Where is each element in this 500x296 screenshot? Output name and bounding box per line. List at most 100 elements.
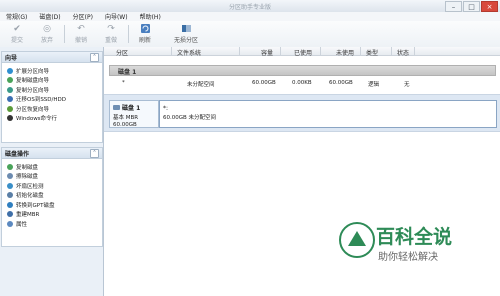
table-header: 分区 文件系统 容量 已使用 未使用 类型 状态 [104, 47, 500, 57]
wizard-migrate-os[interactable]: 迁移OS到SSD/HDD [2, 95, 102, 105]
redo-button[interactable]: ↷ 重做 [96, 23, 126, 45]
wizard-panel: 向导 ⌃ 扩展分区向导 复制磁盘向导 复制分区向导 迁移OS到SSD/HDD 分… [1, 51, 103, 143]
op-item-label: 属性 [16, 221, 28, 228]
left-sidebar: 向导 ⌃ 扩展分区向导 复制磁盘向导 复制分区向导 迁移OS到SSD/HDD 分… [0, 47, 104, 296]
col-used[interactable]: 已使用 [294, 48, 312, 57]
wizard-extend-partition[interactable]: 扩展分区向导 [2, 66, 102, 76]
refresh-icon [140, 23, 151, 34]
refresh-button[interactable]: 刷新 [130, 23, 160, 45]
convert-gpt-icon [7, 201, 13, 208]
undo-label: 撤销 [74, 37, 87, 44]
disk-name: 磁盘 1 [122, 105, 141, 112]
main-area: 分区 文件系统 容量 已使用 未使用 类型 状态 磁盘 1 * 未分配空间 60… [104, 47, 500, 296]
menu-disk[interactable]: 磁盘(D) [33, 12, 66, 21]
unallocated-partition-block[interactable]: *: 60.00GB 未分配空间 [159, 100, 497, 128]
col-filesystem[interactable]: 文件系统 [177, 48, 201, 57]
command-line-icon [7, 115, 13, 122]
toolbar: ✔ 提交 ◎ 放弃 ↶ 撤销 ↷ 重做 刷新 无损分区 [0, 21, 500, 48]
wizard-item-label: 迁移OS到SSD/HDD [16, 97, 66, 104]
apply-label: 提交 [10, 37, 23, 44]
col-partition[interactable]: 分区 [116, 48, 128, 57]
menu-help[interactable]: 帮助(H) [134, 12, 167, 21]
maximize-button[interactable]: □ [463, 1, 480, 12]
lossless-partition-icon [181, 23, 192, 34]
collapse-icon[interactable]: ⌃ [90, 148, 99, 158]
copy-partition-icon [7, 86, 13, 93]
discard-label: 放弃 [40, 37, 53, 44]
copy-disk-icon [7, 77, 13, 84]
op-wipe-disk[interactable]: 擦除磁盘 [2, 172, 102, 182]
disk-type: 基本 MBR [113, 115, 139, 121]
window-title: 分区助手专业版 [228, 4, 271, 11]
col-type[interactable]: 类型 [366, 48, 378, 57]
op-item-label: 擦除磁盘 [16, 174, 39, 181]
lossless-partition-button[interactable]: 无损分区 [166, 23, 206, 45]
disk-group-header: 磁盘 1 [109, 65, 496, 76]
collapse-icon[interactable]: ⌃ [90, 52, 99, 62]
migrate-os-icon [7, 96, 13, 103]
cell-partition: * [122, 80, 125, 86]
op-item-label: 重建MBR [16, 212, 40, 219]
cell-unused: 60.00GB [329, 80, 353, 86]
properties-icon [7, 220, 13, 227]
wizard-copy-disk[interactable]: 复制磁盘向导 [2, 76, 102, 86]
op-initialize-disk[interactable]: 初始化磁盘 [2, 191, 102, 201]
menu-general[interactable]: 常规(G) [0, 12, 33, 21]
wizard-item-label: 复制磁盘向导 [16, 78, 50, 85]
discard-button[interactable]: ◎ 放弃 [32, 23, 62, 45]
initialize-disk-icon [7, 192, 13, 199]
minimize-button[interactable]: – [445, 1, 462, 12]
column-divider [280, 47, 281, 55]
wizard-windows-cmd[interactable]: Windows命令行 [2, 114, 102, 124]
wizard-item-label: 扩展分区向导 [16, 68, 50, 75]
op-rebuild-mbr[interactable]: 重建MBR [2, 210, 102, 220]
wizard-copy-partition[interactable]: 复制分区向导 [2, 85, 102, 95]
column-divider [171, 47, 172, 55]
cell-type: 逻辑 [368, 82, 380, 88]
col-unused[interactable]: 未使用 [336, 48, 354, 57]
partition-letter: *: [163, 105, 169, 112]
op-copy-disk[interactable]: 复制磁盘 [2, 162, 102, 172]
undo-button[interactable]: ↶ 撤销 [66, 23, 96, 45]
wizard-partition-recovery[interactable]: 分区恢复向导 [2, 104, 102, 114]
menu-wizard[interactable]: 向导(W) [99, 12, 134, 21]
undo-icon: ↶ [77, 23, 85, 34]
cell-capacity: 60.00GB [252, 80, 276, 86]
wizard-panel-title: 向导 [5, 54, 18, 62]
close-button[interactable]: × [481, 1, 498, 12]
op-item-label: 复制磁盘 [16, 164, 39, 171]
wizard-item-label: 复制分区向导 [16, 87, 50, 94]
op-properties[interactable]: 属性 [2, 219, 102, 229]
redo-icon: ↷ [107, 23, 115, 34]
toolbar-divider [128, 25, 129, 43]
wipe-disk-icon [7, 173, 13, 180]
disk-size: 60.00GB [113, 122, 137, 128]
redo-label: 重做 [104, 37, 117, 44]
disk-group-label: 磁盘 1 [118, 69, 137, 76]
menu-partition[interactable]: 分区(P) [67, 12, 99, 21]
extend-partition-icon [7, 67, 13, 74]
disk-ops-panel-header[interactable]: 磁盘操作 ⌃ [2, 148, 102, 159]
cell-status: 无 [404, 82, 410, 88]
partition-description: 60.00GB 未分配空间 [163, 115, 217, 121]
apply-button[interactable]: ✔ 提交 [2, 23, 32, 45]
lossless-partition-label: 无损分区 [173, 37, 198, 44]
cell-used: 0.00KB [292, 80, 312, 86]
op-item-label: 初始化磁盘 [16, 193, 44, 200]
toolbar-divider [64, 25, 65, 43]
op-convert-gpt[interactable]: 转换到GPT磁盘 [2, 200, 102, 210]
disk-operations-panel: 磁盘操作 ⌃ 复制磁盘 擦除磁盘 坏扇区检测 初始化磁盘 转换到GPT磁盘 重建… [1, 147, 103, 247]
wizard-item-label: Windows命令行 [16, 116, 58, 123]
watermark-title: 百科全说 [376, 226, 453, 248]
window-controls: – □ × [445, 1, 498, 12]
disk-info-card[interactable]: 磁盘 1 基本 MBR 60.00GB [109, 100, 159, 128]
col-capacity[interactable]: 容量 [261, 48, 273, 57]
partition-recovery-icon [7, 105, 13, 112]
check-icon: ✔ [13, 23, 21, 34]
op-bad-sector-check[interactable]: 坏扇区检测 [2, 181, 102, 191]
discard-icon: ◎ [43, 23, 51, 34]
wizard-panel-header[interactable]: 向导 ⌃ [2, 52, 102, 63]
column-divider [391, 47, 392, 55]
col-status[interactable]: 状态 [397, 48, 409, 57]
bad-sector-icon [7, 182, 13, 189]
